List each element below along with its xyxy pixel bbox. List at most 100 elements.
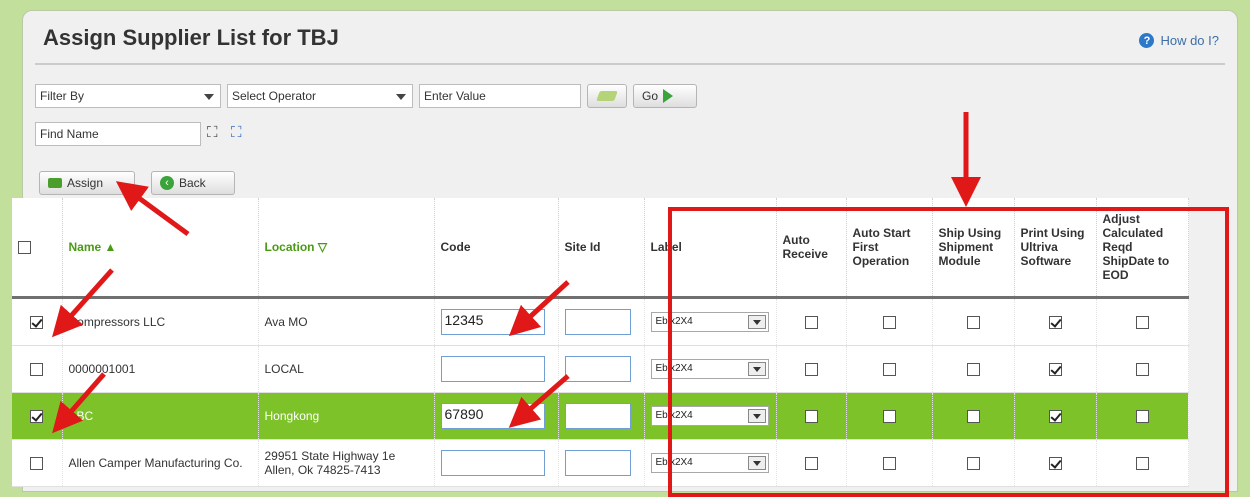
site-id-cell <box>558 297 645 346</box>
auto-start-checkbox[interactable] <box>882 410 896 424</box>
table-row[interactable]: 0000001001 LOCAL Ebix2X4 <box>12 345 1189 393</box>
column-header-location[interactable]: Location ▽ <box>258 198 435 299</box>
back-label: Back <box>179 176 206 190</box>
row-location: 29951 State Highway 1e Allen, Ok 74825-7… <box>258 439 435 487</box>
label-cell: Ebix2X4 <box>644 439 777 487</box>
filter-by-select[interactable]: Filter By <box>35 84 221 108</box>
assign-icon <box>48 178 62 188</box>
print-using-cell <box>1014 297 1097 346</box>
site-id-input[interactable] <box>564 356 631 382</box>
table-row[interactable]: Compressors LLC Ava MO 12345 Ebix2X4 <box>12 297 1189 346</box>
help-label: How do I? <box>1160 33 1219 48</box>
assign-button[interactable]: Assign <box>39 171 135 195</box>
code-input[interactable] <box>440 356 545 382</box>
adjust-checkbox[interactable] <box>1135 410 1149 424</box>
row-select-checkbox[interactable] <box>30 363 44 377</box>
row-location: LOCAL <box>258 345 435 393</box>
site-id-cell <box>558 392 645 440</box>
print-using-checkbox[interactable] <box>1048 457 1062 471</box>
site-id-input[interactable] <box>564 403 631 429</box>
print-using-checkbox[interactable] <box>1048 363 1062 377</box>
chevron-down-icon <box>204 94 214 100</box>
row-select-checkbox[interactable] <box>30 410 44 424</box>
ship-using-checkbox[interactable] <box>966 410 980 424</box>
adjust-cell <box>1096 439 1189 487</box>
site-id-input[interactable] <box>564 450 631 476</box>
ship-using-checkbox[interactable] <box>966 363 980 377</box>
clear-filter-button[interactable] <box>587 84 627 108</box>
operator-select[interactable]: Select Operator <box>227 84 413 108</box>
code-input[interactable]: 67890 <box>440 403 545 429</box>
row-select-cell[interactable] <box>12 439 63 487</box>
ship-using-cell <box>932 392 1015 440</box>
label-cell: Ebix2X4 <box>644 345 777 393</box>
auto-start-checkbox[interactable] <box>882 316 896 330</box>
filter-by-value: Filter By <box>40 89 85 103</box>
auto-receive-checkbox[interactable] <box>804 363 818 377</box>
label-select[interactable]: Ebix2X4 <box>650 406 769 426</box>
eraser-icon <box>596 91 618 101</box>
column-header-label: Label <box>644 198 777 299</box>
chevron-down-icon[interactable] <box>747 409 766 423</box>
ship-using-checkbox[interactable] <box>966 316 980 330</box>
chevron-down-icon[interactable] <box>747 315 766 329</box>
adjust-checkbox[interactable] <box>1135 363 1149 377</box>
print-using-checkbox[interactable] <box>1048 316 1062 330</box>
auto-receive-checkbox[interactable] <box>804 457 818 471</box>
filter-value-input[interactable]: Enter Value <box>419 84 581 108</box>
row-name: Compressors LLC <box>62 297 259 346</box>
chevron-down-icon[interactable] <box>747 456 766 470</box>
label-select[interactable]: Ebix2X4 <box>650 312 769 332</box>
table-row[interactable]: ABC Hongkong 67890 Ebix2X4 <box>12 392 1189 440</box>
go-label: Go <box>642 89 659 103</box>
title-divider <box>35 63 1225 65</box>
auto-receive-cell <box>776 439 847 487</box>
play-icon <box>663 89 674 103</box>
select-all-checkbox[interactable] <box>18 241 31 255</box>
auto-receive-checkbox[interactable] <box>804 316 818 330</box>
help-link[interactable]: ? How do I? <box>1139 33 1219 48</box>
find-name-value: Find Name <box>40 127 99 141</box>
table-row[interactable]: Allen Camper Manufacturing Co. 29951 Stat… <box>12 439 1189 487</box>
code-input[interactable]: 12345 <box>440 309 545 335</box>
page-title: Assign Supplier List for TBJ <box>43 25 339 50</box>
go-button[interactable]: Go <box>633 84 697 108</box>
label-select[interactable]: Ebix2X4 <box>650 359 769 379</box>
label-cell: Ebix2X4 <box>644 297 777 346</box>
label-select-value: Ebix2X4 <box>655 457 693 468</box>
row-location: Ava MO <box>258 297 435 346</box>
auto-receive-cell <box>776 345 847 393</box>
ship-using-checkbox[interactable] <box>966 457 980 471</box>
label-select-value: Ebix2X4 <box>655 410 693 421</box>
column-header-auto-start: Auto Start First Operation <box>846 198 933 299</box>
column-header-site-id: Site Id <box>558 198 645 299</box>
column-header-name[interactable]: Name ▲ <box>62 198 259 299</box>
column-header-ship-using: Ship Using Shipment Module <box>932 198 1015 299</box>
print-using-cell <box>1014 439 1097 487</box>
print-using-checkbox[interactable] <box>1048 410 1062 424</box>
row-select-cell[interactable] <box>12 345 63 393</box>
back-button[interactable]: ‹ Back <box>151 171 235 195</box>
binoculars-icon[interactable]: ⛶ <box>207 124 218 141</box>
adjust-checkbox[interactable] <box>1135 316 1149 330</box>
binoculars-advanced-icon[interactable]: ⛶ <box>231 124 242 141</box>
row-select-checkbox[interactable] <box>30 457 44 471</box>
row-select-cell[interactable] <box>12 297 63 346</box>
auto-receive-checkbox[interactable] <box>804 410 818 424</box>
label-select[interactable]: Ebix2X4 <box>650 453 769 473</box>
auto-start-checkbox[interactable] <box>882 363 896 377</box>
code-input[interactable] <box>440 450 545 476</box>
adjust-checkbox[interactable] <box>1135 457 1149 471</box>
find-name-input[interactable]: Find Name <box>35 122 201 146</box>
select-all-checkbox-cell[interactable] <box>12 198 63 299</box>
site-id-cell <box>558 345 645 393</box>
site-id-input[interactable] <box>564 309 631 335</box>
code-cell <box>434 345 559 393</box>
auto-start-checkbox[interactable] <box>882 457 896 471</box>
auto-start-cell <box>846 345 933 393</box>
chevron-down-icon[interactable] <box>747 362 766 376</box>
assign-label: Assign <box>67 176 104 190</box>
site-id-cell <box>558 439 645 487</box>
row-select-checkbox[interactable] <box>30 316 44 330</box>
row-select-cell[interactable] <box>12 392 63 440</box>
